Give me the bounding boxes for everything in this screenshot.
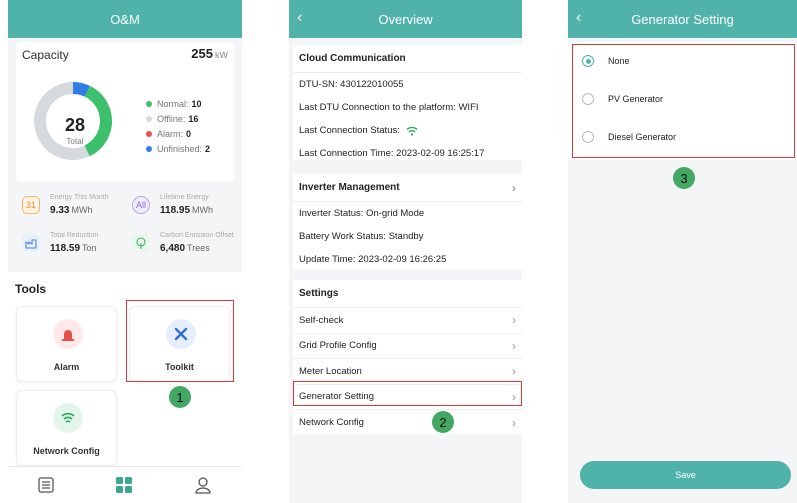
capacity-value: 255 kW [191, 46, 228, 61]
settings-item-network-config[interactable]: Network Config › [293, 410, 522, 436]
unfinished-dot-icon [146, 145, 152, 152]
stat-total-reduction: Total Reduction 118.59 Ton [22, 232, 132, 260]
save-button[interactable]: Save [580, 461, 791, 489]
bottom-nav [8, 466, 242, 503]
om-screen: O&M Capacity 255 kW 28 Total Normal: 10 Of… [8, 0, 242, 503]
donut-total-value: 28 [64, 115, 86, 135]
page-title: Overview [378, 11, 433, 27]
overview-nav-icon[interactable] [36, 475, 56, 495]
stat-lifetime-energy: All Lifetime Energy 118.95 MWh [132, 194, 242, 222]
header: O&M [8, 0, 242, 38]
calendar-icon: 31 [22, 196, 40, 214]
cloud-communication-section: Cloud Communication DTU-SN: 430122010055… [293, 45, 522, 160]
factory-icon [22, 234, 40, 252]
last-connection-time: Last Connection Time: 2023-02-09 16:25:1… [299, 148, 485, 159]
back-icon[interactable]: ‹ [576, 9, 581, 27]
page-title: O&M [110, 11, 140, 27]
step-badge-2: 2 [432, 411, 454, 433]
chevron-right-icon: › [512, 180, 516, 195]
settings-item-grid-profile[interactable]: Grid Profile Config › [293, 334, 522, 359]
capacity-card[interactable]: Capacity 255 kW 28 Total Normal: 10 Offlin… [16, 42, 234, 182]
tools-title: Tools [15, 282, 47, 296]
offline-dot-icon [146, 115, 152, 122]
tools-nav-icon[interactable] [114, 475, 134, 495]
legend-offline: Offline: 16 [146, 111, 210, 126]
toolkit-highlight [126, 300, 234, 382]
overview-screen: ‹ Overview Cloud Communication DTU-SN: 4… [289, 0, 522, 503]
header: ‹ Generator Setting [568, 0, 797, 38]
chevron-right-icon: › [512, 338, 516, 353]
stat-carbon-offset: Carbon Emission Offset 6,480 Trees [132, 232, 242, 260]
legend-alarm: Alarm: 0 [146, 126, 210, 141]
settings-section: Settings Self-check › Grid Profile Config… [293, 280, 522, 434]
chevron-right-icon: › [512, 364, 516, 379]
battery-work-status: Battery Work Status: Standby [299, 231, 424, 242]
section-title: Settings [293, 280, 522, 308]
tree-icon [132, 234, 150, 252]
capacity-label: Capacity [22, 48, 69, 62]
wifi-icon [406, 126, 418, 136]
all-icon: All [132, 196, 150, 214]
generator-setting-highlight [293, 381, 522, 406]
last-connection-status: Last Connection Status: [293, 119, 522, 142]
alarm-dot-icon [146, 130, 152, 137]
section-title: Cloud Communication [293, 45, 522, 73]
header: ‹ Overview [289, 0, 522, 38]
alarm-icon [53, 319, 83, 349]
donut-legend: Normal: 10 Offline: 16 Alarm: 0 Unfinished:… [146, 96, 210, 156]
profile-nav-icon[interactable] [193, 475, 213, 495]
generator-setting-screen: ‹ Generator Setting None PV Generator Di… [568, 0, 797, 503]
update-time: Update Time: 2023-02-09 16:26:25 [299, 254, 447, 265]
capacity-unit: kW [215, 50, 228, 60]
last-dtu-connection: Last DTU Connection to the platform: WIF… [299, 102, 479, 113]
wifi-icon [53, 403, 83, 433]
options-highlight [572, 44, 795, 158]
legend-unfinished: Unfinished: 2 [146, 141, 210, 156]
back-icon[interactable]: ‹ [297, 9, 302, 27]
step-badge-3: 3 [673, 167, 695, 189]
dtu-sn: DTU-SN: 430122010055 [299, 79, 404, 90]
legend-normal: Normal: 10 [146, 96, 210, 111]
tool-network-config[interactable]: Network Config [16, 390, 117, 466]
inverter-management-link[interactable]: Inverter Management › [293, 174, 522, 202]
tool-alarm[interactable]: Alarm [16, 306, 117, 382]
inverter-management-section: Inverter Management › Inverter Status: O… [293, 174, 522, 270]
inverter-status: Inverter Status: On-grid Mode [299, 208, 425, 219]
chevron-right-icon: › [512, 415, 516, 430]
donut-total-label: Total [66, 137, 84, 146]
step-badge-1: 1 [169, 386, 191, 408]
chevron-right-icon: › [512, 313, 516, 328]
stat-energy-month: 31 Energy This Month 9.33 MWh [22, 194, 132, 222]
settings-item-self-check[interactable]: Self-check › [293, 308, 522, 334]
normal-dot-icon [146, 100, 152, 107]
page-title: Generator Setting [631, 11, 734, 27]
